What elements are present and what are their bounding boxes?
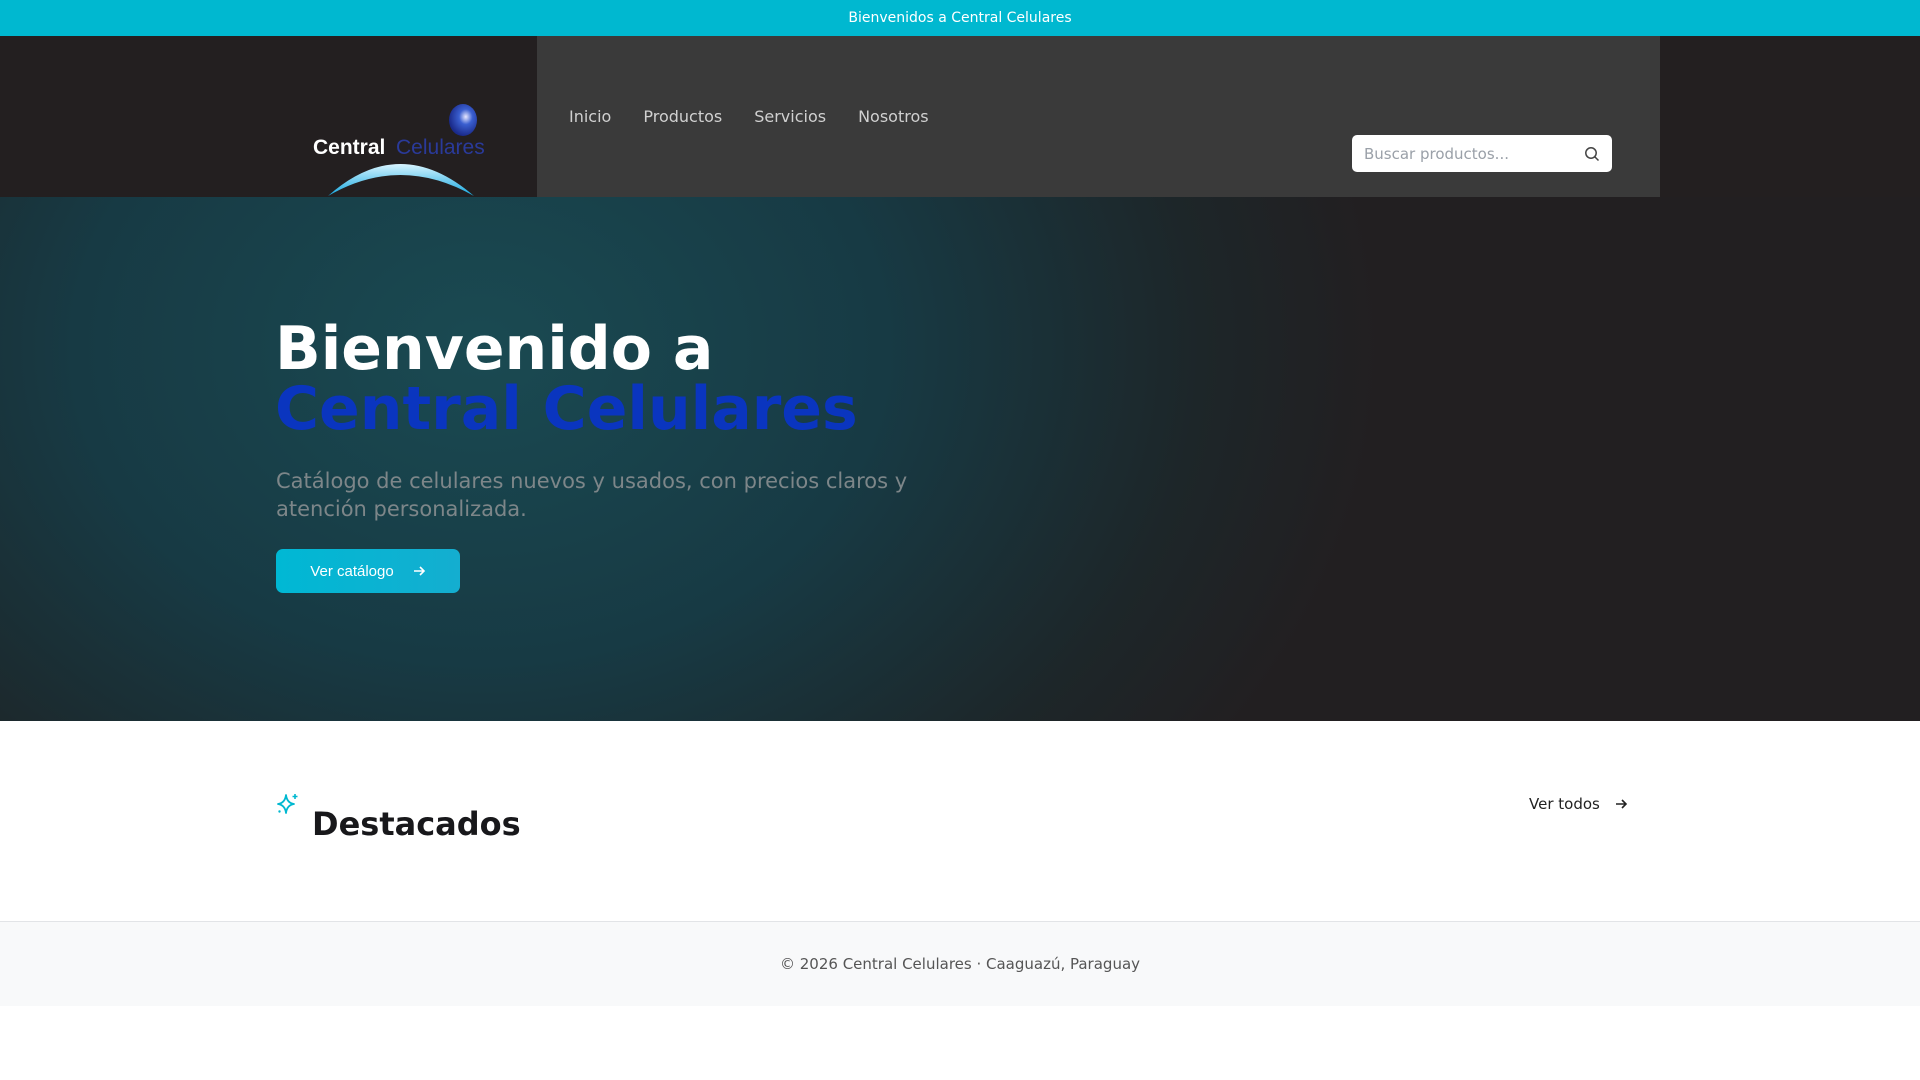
arrow-right-icon [413,566,425,576]
nav-nosotros[interactable]: Nosotros [858,107,929,126]
nav-inicio[interactable]: Inicio [569,107,611,126]
sparkles-icon [277,794,298,814]
view-all-label: Ver todos [1529,795,1600,813]
featured-section: Destacados [0,721,1920,921]
svg-text:Central: Central [313,136,385,159]
hero-subtitle: Catálogo de celulares nuevos y usados, c… [276,469,908,521]
announcement-text: Bienvenidos a Central Celulares [848,10,1072,26]
cta-label: Ver catálogo [310,562,394,580]
logo[interactable]: Central Celulares [310,104,490,200]
site-footer: © 2026 Central Celulares · Caaguazú, Par… [0,921,1920,1006]
view-all-link[interactable]: Ver todos [1529,795,1628,813]
svg-text:Celulares: Celulares [396,136,485,159]
search-box [1352,135,1612,172]
arrow-right-icon [1615,799,1627,809]
search-icon[interactable] [1584,146,1600,162]
view-catalog-button[interactable]: Ver catálogo [276,549,460,593]
footer-text: © 2026 Central Celulares · Caaguazú, Par… [779,955,1141,973]
hero-title-line2: Central Celulares [275,374,858,444]
announcement-bar: Bienvenidos a Central Celulares [0,0,1920,36]
featured-title: Destacados [312,805,521,843]
hero-section: Bienvenido a Central Celulares Catálogo d… [0,197,1920,721]
main-nav: Inicio Productos Servicios Nosotros [569,36,929,197]
site-header: Central Celulares Inicio Productos Servi… [0,36,1920,197]
search-input[interactable] [1364,144,1584,163]
nav-servicios[interactable]: Servicios [754,107,826,126]
hero-title: Bienvenido a Central Celulares [275,319,858,439]
nav-productos[interactable]: Productos [643,107,722,126]
